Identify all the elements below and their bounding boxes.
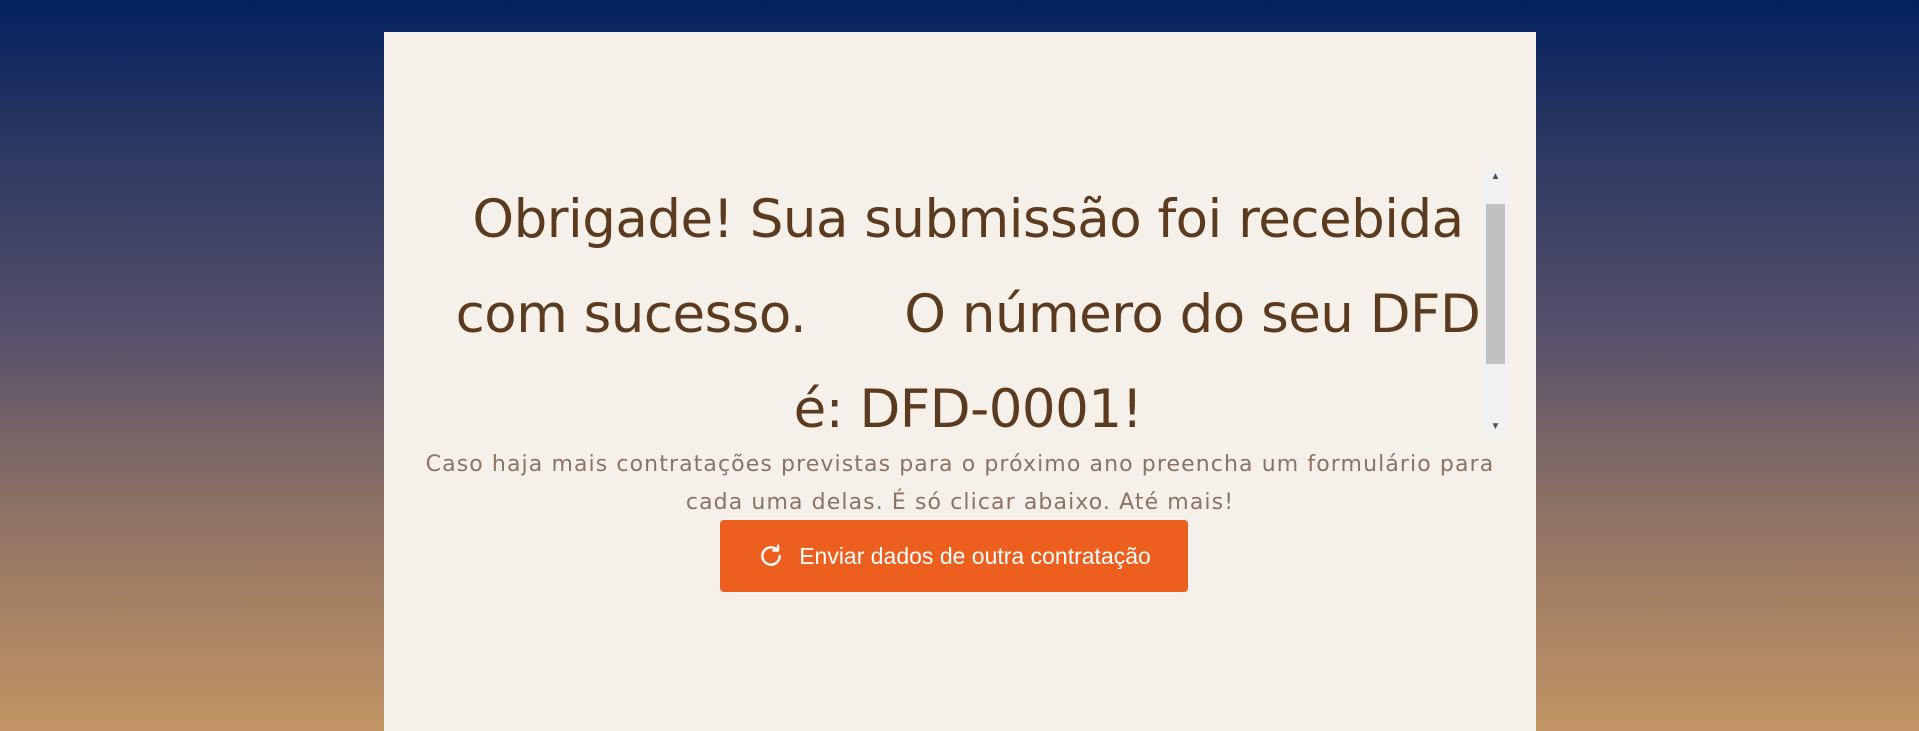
confirmation-title: Obrigade! Sua submissão foi recebida com… xyxy=(455,189,1481,440)
scroll-up-arrow-icon[interactable]: ▲ xyxy=(1484,166,1507,188)
confirmation-card: Obrigade! Sua submissão foi recebida com… xyxy=(384,32,1536,731)
scrollbar-thumb[interactable] xyxy=(1486,204,1505,364)
message-scrollbar[interactable]: ▲ ▼ xyxy=(1484,166,1507,438)
scroll-down-arrow-icon[interactable]: ▼ xyxy=(1484,416,1507,438)
submit-another-label: Enviar dados de outra contratação xyxy=(799,542,1151,569)
confirmation-subtitle: Caso haja mais contratações previstas pa… xyxy=(425,452,1495,515)
confirmation-message-scroll-area[interactable]: Obrigade! Sua submissão foi recebida com… xyxy=(454,166,1536,440)
refresh-icon xyxy=(757,542,785,570)
submit-another-button[interactable]: Enviar dados de outra contratação xyxy=(720,520,1188,592)
